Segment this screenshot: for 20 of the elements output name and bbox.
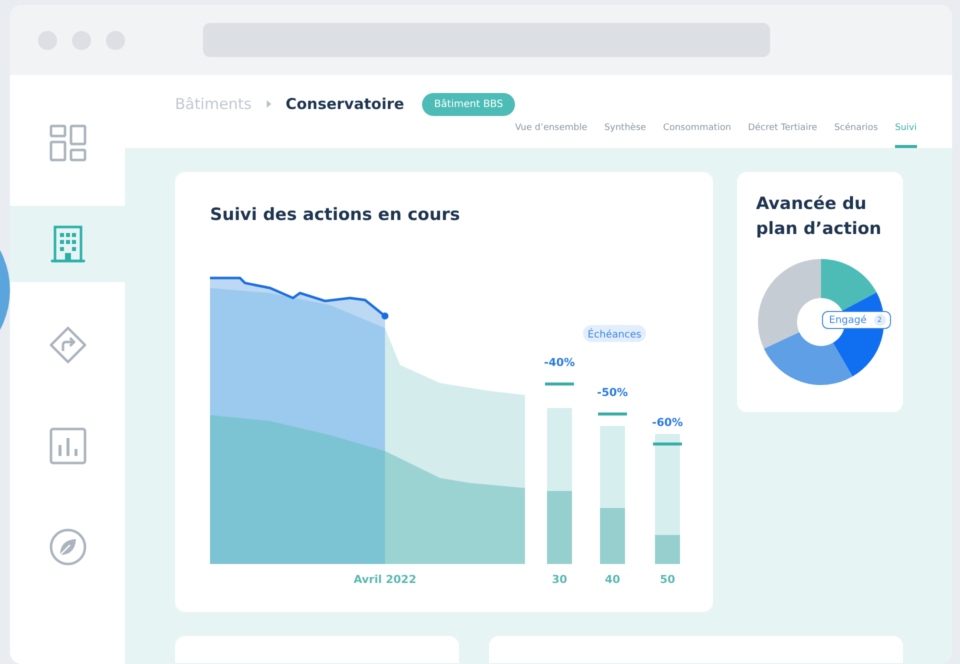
tab[interactable]: Synthèse [604, 123, 646, 148]
tab[interactable]: Consommation [663, 123, 732, 148]
tab[interactable]: Suivi [895, 123, 917, 148]
axis-label: Avril 2022 [354, 573, 416, 586]
deadlines-tag: Échéances [583, 325, 646, 342]
building-badge: Bâtiment BBS [422, 92, 516, 116]
page-title: Conservatoire [286, 95, 404, 113]
card-title: Suivi des actions en cours [210, 205, 461, 225]
breadcrumb-link[interactable]: Bâtiments [175, 95, 252, 113]
axis-label: 50 [660, 573, 676, 586]
axis-label: 40 [604, 573, 620, 586]
card-title: Avancée du plan d’action [756, 193, 882, 241]
reduction-label: -60% [652, 416, 683, 429]
reduction-label: -50% [597, 386, 628, 399]
legend-label: Engagé [829, 314, 867, 326]
tab[interactable]: Scénarios [834, 123, 878, 148]
tab[interactable]: Décret Tertiaire [748, 123, 818, 148]
reduction-label: -40% [544, 356, 575, 369]
tab[interactable]: Vue d’ensemble [515, 123, 588, 148]
axis-label: 30 [552, 573, 568, 586]
